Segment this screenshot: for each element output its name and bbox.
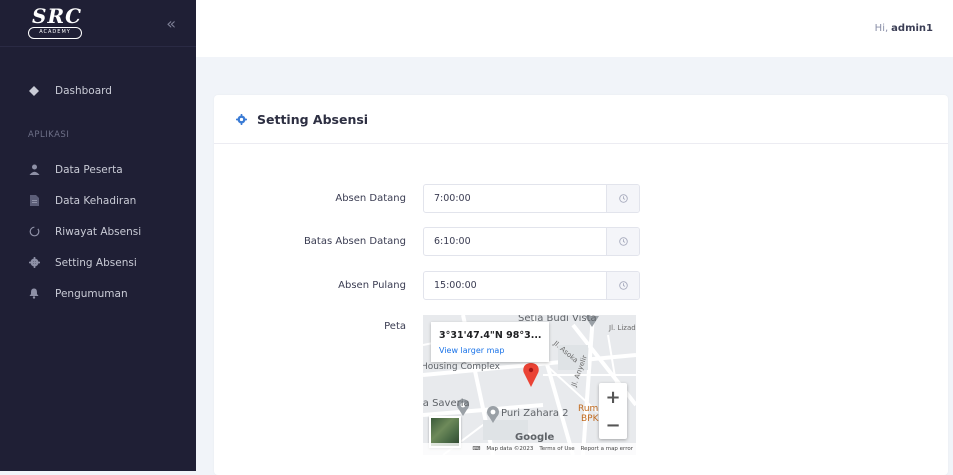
sidebar-item-label: Data Peserta bbox=[55, 163, 123, 176]
map-place-label: BPK bbox=[581, 414, 599, 424]
user-icon bbox=[28, 164, 40, 176]
batas-absen-datang-label: Batas Absen Datang bbox=[303, 236, 406, 247]
form-row-batas-absen-datang: Batas Absen Datang 6:10:00 bbox=[214, 227, 640, 256]
form-row-absen-datang: Absen Datang 7:00:00 bbox=[214, 184, 640, 213]
clock-icon[interactable] bbox=[606, 185, 639, 212]
google-logo: Google bbox=[515, 432, 555, 443]
batas-absen-datang-input[interactable]: 6:10:00 bbox=[424, 228, 606, 255]
user-greeting[interactable]: Hi, admin1 bbox=[875, 23, 933, 34]
greeting-text: Hi, bbox=[874, 23, 889, 34]
zoom-out-button[interactable]: − bbox=[599, 411, 627, 439]
dashboard-icon bbox=[28, 85, 40, 97]
logo[interactable]: SRC ACADEMY bbox=[28, 4, 92, 40]
form-row-absen-pulang: Absen Pulang 15:00:00 bbox=[214, 271, 640, 300]
settings-card: Setting Absensi Absen Datang 7:00:00 Bat… bbox=[214, 95, 948, 475]
card-header: Setting Absensi bbox=[214, 95, 948, 144]
gear-icon bbox=[28, 257, 40, 269]
sidebar-item-label: Riwayat Absensi bbox=[55, 225, 142, 238]
map-info-window: 3°31'47.4"N 98°3... View larger map bbox=[431, 322, 549, 362]
keyboard-icon[interactable]: ⌨ bbox=[472, 446, 480, 452]
map-zoom-control: + − bbox=[599, 383, 627, 439]
file-icon bbox=[28, 195, 40, 207]
brand: SRC ACADEMY « bbox=[0, 0, 196, 47]
collapse-sidebar-icon[interactable]: « bbox=[166, 14, 176, 33]
terms-link[interactable]: Terms of Use bbox=[539, 446, 574, 452]
sidebar-item-data-peserta[interactable]: Data Peserta bbox=[0, 154, 196, 185]
map-place-label: Housing Complex bbox=[423, 362, 500, 372]
absen-datang-input[interactable]: 7:00:00 bbox=[424, 185, 606, 212]
batas-absen-datang-field[interactable]: 6:10:00 bbox=[423, 227, 640, 256]
sidebar-item-label: Dashboard bbox=[55, 84, 112, 97]
view-larger-map-link[interactable]: View larger map bbox=[439, 346, 504, 355]
sidebar: SRC ACADEMY « Dashboard APLIKASI Data Pe… bbox=[0, 0, 196, 471]
logo-ribbon: ACADEMY bbox=[28, 27, 82, 39]
absen-datang-label: Absen Datang bbox=[335, 193, 406, 204]
map-embed[interactable]: Setia Budi Vista Jl. Lizad Jl. Asoka Jl.… bbox=[423, 315, 636, 455]
sidebar-item-setting-absensi[interactable]: Setting Absensi bbox=[0, 247, 196, 278]
absen-pulang-input[interactable]: 15:00:00 bbox=[424, 272, 606, 299]
sidebar-item-data-kehadiran[interactable]: Data Kehadiran bbox=[0, 185, 196, 216]
clock-icon[interactable] bbox=[606, 228, 639, 255]
gear-icon bbox=[236, 113, 247, 125]
card-title: Setting Absensi bbox=[257, 111, 369, 127]
history-icon bbox=[28, 226, 40, 238]
map-place-label: Puri Zahara 2 bbox=[501, 408, 569, 419]
user-name: admin1 bbox=[891, 23, 933, 34]
clock-icon[interactable] bbox=[606, 272, 639, 299]
top-bar: Hi, admin1 bbox=[196, 0, 953, 57]
sidebar-item-riwayat-absensi[interactable]: Riwayat Absensi bbox=[0, 216, 196, 247]
sidebar-menu: Dashboard APLIKASI Data Peserta Data Keh… bbox=[0, 47, 196, 309]
map-attribution: ⌨ Map data ©2023 Terms of Use Report a m… bbox=[423, 443, 636, 455]
map-place-label: la Saveria bbox=[423, 398, 470, 409]
peta-label: Peta bbox=[384, 321, 406, 332]
zoom-in-button[interactable]: + bbox=[599, 383, 627, 411]
sidebar-item-label: Pengumuman bbox=[55, 287, 128, 300]
sidebar-item-label: Setting Absensi bbox=[55, 256, 137, 269]
sidebar-item-pengumuman[interactable]: Pengumuman bbox=[0, 278, 196, 309]
absen-pulang-field[interactable]: 15:00:00 bbox=[423, 271, 640, 300]
logo-text: SRC bbox=[32, 4, 82, 28]
absen-datang-field[interactable]: 7:00:00 bbox=[423, 184, 640, 213]
sidebar-item-label: Data Kehadiran bbox=[55, 194, 137, 207]
map-data-text: Map data ©2023 bbox=[486, 446, 534, 452]
report-error-link[interactable]: Report a map error bbox=[581, 446, 633, 452]
sidebar-item-dashboard[interactable]: Dashboard bbox=[0, 75, 196, 106]
bell-icon bbox=[28, 288, 40, 300]
form-row-peta: Peta bbox=[214, 321, 406, 332]
sidebar-section-label: APLIKASI bbox=[28, 130, 70, 140]
absen-pulang-label: Absen Pulang bbox=[338, 280, 406, 291]
map-road-label: Jl. Lizad bbox=[609, 324, 636, 332]
map-coordinates: 3°31'47.4"N 98°3... bbox=[439, 330, 542, 341]
